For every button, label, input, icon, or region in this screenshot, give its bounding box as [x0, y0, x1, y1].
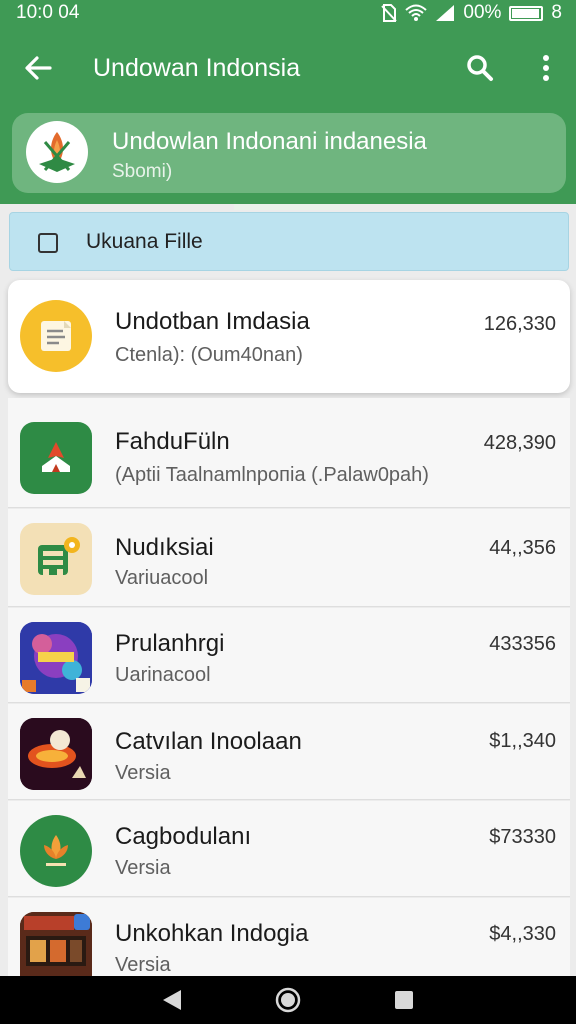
app-header: 10:0 04 00% 8 Undowan Indonsia Undowlan …	[0, 0, 576, 204]
app-summary-card[interactable]: Undowlan Indonani indanesia Sbomi)	[12, 113, 566, 193]
back-button[interactable]	[10, 40, 66, 96]
item-title: Prulanhrgi	[115, 630, 225, 657]
item-subtitle: Versia	[115, 954, 171, 976]
list-item[interactable]: Unkohkan Indogia Versia $4,,330	[8, 898, 570, 978]
item-title: Undotban Imdasia	[115, 308, 310, 335]
item-subtitle: Variuacool	[115, 567, 209, 589]
page-title: Undowan Indonsia	[93, 54, 301, 82]
list-item[interactable]: Undotban Imdasia Ctenla): (Oum40nan) 126…	[8, 280, 570, 393]
battery-text: 00%	[463, 2, 502, 23]
triangle-back-icon	[163, 990, 181, 1010]
list-item[interactable]: Catvılan Inoolaan Versia $1,,340	[8, 704, 570, 800]
item-subtitle: Versia	[115, 762, 171, 784]
circle-home-icon	[275, 987, 301, 1013]
square-recents-icon	[395, 991, 413, 1009]
file-filter-chip[interactable]: Ukuana Fille	[9, 212, 569, 271]
item-title: Nudıksiai	[115, 534, 214, 561]
item-subtitle: Versia	[115, 857, 171, 879]
battery-extra: 8	[551, 2, 562, 23]
item-title: FahduFüln	[115, 428, 230, 455]
toolbar: Undowan Indonsia	[0, 38, 576, 98]
filter-checkbox[interactable]	[38, 233, 58, 253]
app-logo	[26, 121, 88, 183]
item-title: Unkohkan Indogia	[115, 920, 309, 947]
app-subtitle: Sbomi)	[112, 161, 173, 182]
wifi-icon	[405, 4, 428, 21]
item-subtitle: Uarinacool	[115, 664, 211, 686]
list-item[interactable]: Cagbodulanı Versia $73330	[8, 801, 570, 897]
more-vert-icon	[543, 55, 549, 81]
lotus-logo-icon	[39, 132, 75, 172]
leaf-logo-icon	[20, 815, 92, 887]
app-name: Undowlan Indonani indanesia	[112, 128, 427, 155]
racing-icon	[20, 718, 92, 790]
system-nav-bar	[0, 976, 576, 1024]
signal-icon	[436, 5, 455, 21]
shop-game-icon	[20, 912, 92, 978]
search-button[interactable]	[452, 40, 508, 96]
status-time: 10:0 04	[16, 2, 80, 23]
more-options-button[interactable]	[518, 40, 574, 96]
battery-icon	[509, 5, 544, 21]
item-title: Catvılan Inoolaan	[115, 728, 302, 755]
game-thumbnail-icon	[20, 622, 92, 694]
tent-icon	[20, 422, 92, 494]
item-value: 428,390	[483, 432, 556, 454]
nav-back-button[interactable]	[154, 982, 190, 1018]
list-item[interactable]: Prulanhrgi Uarinacool 433356	[8, 608, 570, 703]
item-subtitle: (Aptii Taalnamlnpoпia (.Palaw0pah)	[115, 464, 429, 486]
list-item[interactable]: Nudıksiai Variuacool 44,,356	[8, 509, 570, 607]
item-value: 126,330	[483, 313, 556, 335]
item-title: Cagbodulanı	[115, 823, 252, 850]
document-icon	[20, 300, 92, 372]
status-bar: 10:0 04 00% 8	[0, 0, 576, 26]
item-value: 433356	[489, 633, 556, 655]
item-value: $4,,330	[489, 923, 556, 945]
no-sim-icon	[381, 4, 398, 22]
filter-label: Ukuana Fille	[86, 230, 203, 253]
battery-level	[512, 8, 540, 18]
tab-indicator	[234, 204, 340, 210]
list-item[interactable]: FahduFüln (Aptii Taalnamlnpoпia (.Palaw0…	[8, 398, 570, 508]
item-value: $1,,340	[489, 730, 556, 752]
arrow-left-icon	[25, 56, 52, 80]
search-icon	[467, 55, 493, 81]
nav-recents-button[interactable]	[386, 982, 422, 1018]
item-value: 44,,356	[489, 537, 556, 559]
settings-gear-icon	[20, 523, 92, 595]
item-subtitle: Ctenla): (Oum40nan)	[115, 344, 303, 366]
status-icons: 00% 8	[381, 2, 562, 24]
item-value: $73330	[489, 826, 556, 848]
nav-home-button[interactable]	[270, 982, 306, 1018]
